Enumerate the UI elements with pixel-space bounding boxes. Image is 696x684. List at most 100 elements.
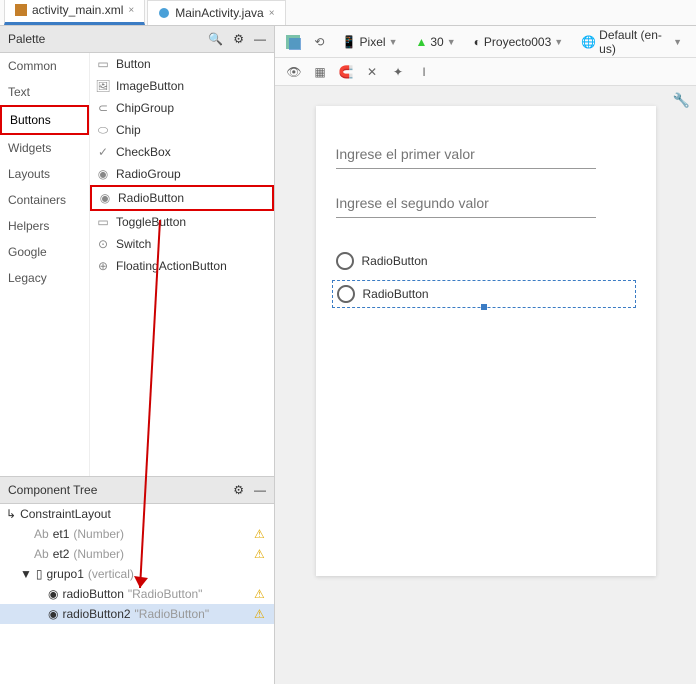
orientation-icon[interactable]: ⟲	[309, 31, 329, 53]
device-preview[interactable]: RadioButton RadioButton	[316, 106, 656, 576]
close-icon[interactable]: ×	[269, 8, 275, 19]
layout-icon: ↳	[6, 507, 16, 521]
warning-icon: ⚠	[254, 547, 268, 561]
tree-et1[interactable]: Abet1 (Number)⚠	[0, 524, 274, 544]
java-icon	[158, 7, 170, 19]
tree-header: Component Tree ⚙ —	[0, 477, 274, 504]
preview-radiobutton[interactable]: RadioButton	[336, 252, 636, 270]
chip-icon: ⬭	[96, 123, 110, 137]
globe-icon: 🌐	[581, 35, 596, 49]
design-panel: ⟲ 📱Pixel▼ ▲30▼ ◐Proyecto003▼ 🌐Default (e…	[275, 26, 696, 684]
theme-icon: ◐	[474, 35, 481, 49]
design-toolbar: ⟲ 📱Pixel▼ ▲30▼ ◐Proyecto003▼ 🌐Default (e…	[275, 26, 696, 58]
magnet-icon[interactable]: 🧲	[335, 61, 357, 83]
gear-icon[interactable]: ⚙	[233, 32, 244, 46]
radio-icon: ◉	[48, 607, 58, 621]
wrench-icon[interactable]: 🔧	[673, 92, 690, 109]
button-icon: ▭	[96, 57, 110, 71]
warning-icon: ⚠	[254, 527, 268, 541]
radio-circle-icon	[336, 252, 354, 270]
close-icon[interactable]: ×	[128, 5, 134, 16]
tree-radiobutton[interactable]: ◉radioButton "RadioButton"⚠	[0, 584, 274, 604]
grid-icon[interactable]: ▦	[309, 61, 331, 83]
margin-icon[interactable]: I	[413, 61, 435, 83]
palette-items: ▭Button 🖼ImageButton ⊂ChipGroup ⬭Chip ✓C…	[90, 53, 274, 476]
tree-title: Component Tree	[8, 483, 97, 497]
device-selector[interactable]: 📱Pixel▼	[336, 33, 404, 51]
minimize-icon[interactable]: —	[254, 32, 266, 46]
cat-google[interactable]: Google	[0, 239, 89, 265]
chevron-down-icon: ▼	[673, 37, 682, 47]
tree-et2[interactable]: Abet2 (Number)⚠	[0, 544, 274, 564]
item-fab[interactable]: ⊕FloatingActionButton	[90, 255, 274, 277]
togglebutton-icon: ▭	[96, 215, 110, 229]
cat-text[interactable]: Text	[0, 79, 89, 105]
theme-selector[interactable]: ◐Proyecto003▼	[468, 33, 570, 51]
item-radiobutton[interactable]: ◉RadioButton	[90, 185, 274, 211]
chevron-down-icon: ▼	[389, 37, 398, 47]
tab-activity-main[interactable]: activity_main.xml ×	[4, 0, 145, 25]
radiobutton-icon: ◉	[98, 191, 112, 205]
palette-header: Palette 🔍 ⚙ —	[0, 26, 274, 53]
text-icon: Ab	[34, 527, 49, 541]
item-togglebutton[interactable]: ▭ToggleButton	[90, 211, 274, 233]
fab-icon: ⊕	[96, 259, 110, 273]
tab-mainactivity[interactable]: MainActivity.java ×	[147, 0, 285, 25]
expand-icon[interactable]: ▼	[20, 567, 32, 581]
cat-layouts[interactable]: Layouts	[0, 161, 89, 187]
item-chip[interactable]: ⬭Chip	[90, 119, 274, 141]
infer-icon[interactable]: ✦	[387, 61, 409, 83]
input-primer-valor[interactable]	[336, 140, 596, 169]
view-options-icon[interactable]: 👁	[283, 61, 305, 83]
search-icon[interactable]: 🔍	[208, 32, 223, 46]
text-icon: Ab	[34, 547, 49, 561]
minimize-icon[interactable]: —	[254, 483, 266, 497]
cat-containers[interactable]: Containers	[0, 187, 89, 213]
tab-label: MainActivity.java	[175, 6, 263, 20]
design-toolbar2: 👁 ▦ 🧲 ✕ ✦ I	[275, 58, 696, 86]
xml-icon	[15, 4, 27, 16]
item-checkbox[interactable]: ✓CheckBox	[90, 141, 274, 163]
warning-icon: ⚠	[254, 587, 268, 601]
chevron-down-icon: ▼	[447, 37, 456, 47]
radio-icon: ◉	[48, 587, 58, 601]
item-switch[interactable]: ⊙Switch	[90, 233, 274, 255]
item-chipgroup[interactable]: ⊂ChipGroup	[90, 97, 274, 119]
preview-radiobutton2[interactable]: RadioButton	[332, 280, 636, 308]
design-surface-icon[interactable]	[283, 31, 303, 53]
checkbox-icon: ✓	[96, 145, 110, 159]
tree-radiobutton2[interactable]: ◉radioButton2 "RadioButton"⚠	[0, 604, 274, 624]
input-segundo-valor[interactable]	[336, 189, 596, 218]
palette-title: Palette	[8, 32, 45, 46]
switch-icon: ⊙	[96, 237, 110, 251]
clear-constraints-icon[interactable]: ✕	[361, 61, 383, 83]
api-selector[interactable]: ▲30▼	[409, 33, 461, 51]
android-icon: ▲	[415, 35, 427, 49]
cat-widgets[interactable]: Widgets	[0, 135, 89, 161]
palette-categories: Common Text Buttons Widgets Layouts Cont…	[0, 53, 90, 476]
item-imagebutton[interactable]: 🖼ImageButton	[90, 75, 274, 97]
item-button[interactable]: ▭Button	[90, 53, 274, 75]
radiogroup-icon: ◉	[96, 167, 110, 181]
cat-buttons[interactable]: Buttons	[0, 105, 89, 135]
radio-circle-icon	[337, 285, 355, 303]
item-radiogroup[interactable]: ◉RadioGroup	[90, 163, 274, 185]
locale-selector[interactable]: 🌐Default (en-us)▼	[575, 26, 688, 58]
imagebutton-icon: 🖼	[96, 79, 110, 93]
tree-root[interactable]: ↳ConstraintLayout	[0, 504, 274, 524]
design-surface[interactable]: 🔧 RadioButton RadioButton	[275, 86, 696, 684]
component-tree: ↳ConstraintLayout Abet1 (Number)⚠ Abet2 …	[0, 504, 274, 684]
cat-helpers[interactable]: Helpers	[0, 213, 89, 239]
cat-common[interactable]: Common	[0, 53, 89, 79]
left-panel: Palette 🔍 ⚙ — Common Text Buttons Widget…	[0, 26, 275, 684]
tab-label: activity_main.xml	[32, 3, 123, 17]
chevron-down-icon: ▼	[554, 37, 563, 47]
phone-icon: 📱	[342, 35, 357, 49]
editor-tabs: activity_main.xml × MainActivity.java ×	[0, 0, 696, 26]
cat-legacy[interactable]: Legacy	[0, 265, 89, 291]
tree-grupo1[interactable]: ▼▯grupo1 (vertical)	[0, 564, 274, 584]
warning-icon: ⚠	[254, 607, 268, 621]
gear-icon[interactable]: ⚙	[233, 483, 244, 497]
group-icon: ▯	[36, 567, 43, 581]
chipgroup-icon: ⊂	[96, 101, 110, 115]
